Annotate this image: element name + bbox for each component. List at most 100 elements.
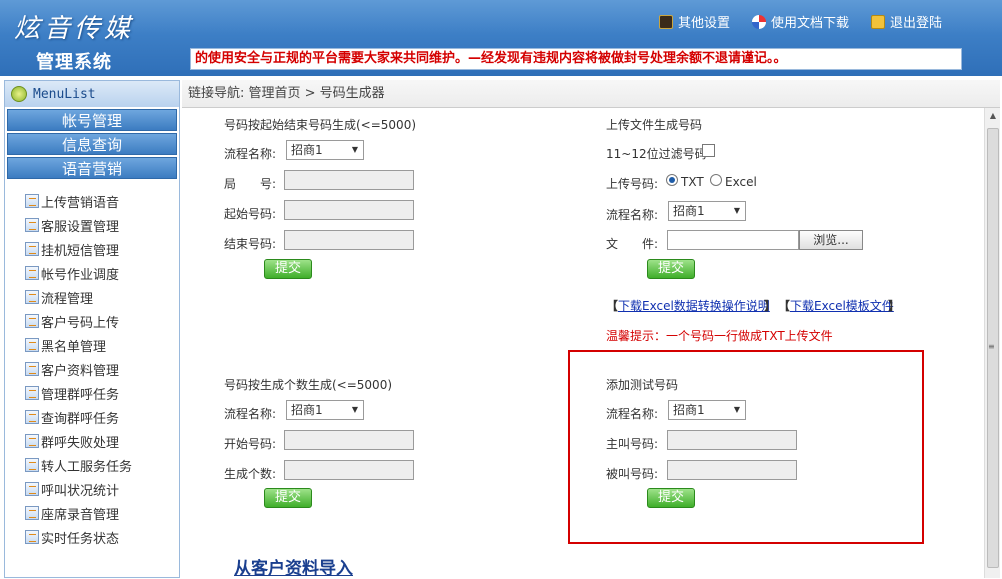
range-flow-label: 流程名称: — [224, 147, 277, 161]
upload-submit-button[interactable]: 提交 — [647, 259, 695, 279]
sidebar-item-label: 客户资料管理 — [41, 363, 120, 379]
scroll-up-icon[interactable]: ▲ — [985, 108, 1001, 124]
sidebar-item-label: 客户号码上传 — [41, 315, 120, 331]
sidebar-item-label: 客服设置管理 — [41, 219, 120, 235]
sidebar-item-label: 群呼失败处理 — [41, 435, 120, 451]
sidebar-item-label: 查询群呼任务 — [41, 411, 120, 427]
sidebar-item-label: 呼叫状况统计 — [41, 483, 120, 499]
logout-link[interactable]: 退出登陆 — [870, 12, 942, 31]
file-path-input[interactable] — [667, 230, 799, 250]
bracket-open-2: 【 — [778, 299, 791, 313]
sidebar-item-transfer-tasks[interactable]: 转人工服务任务 — [25, 453, 179, 477]
header: 炫音传媒 管理系统 其他设置 使用文档下载 退出登陆 的使用安全与正规的平台需要… — [0, 0, 1002, 76]
menu-group-voice-marketing[interactable]: 语音营销 — [7, 157, 177, 179]
import-from-customer-link[interactable]: 从客户资料导入 — [234, 554, 353, 579]
edit-icon — [25, 482, 39, 496]
page-icon — [25, 194, 39, 208]
edit-icon — [25, 314, 39, 328]
sidebar-item-seat-recording[interactable]: 座席录音管理 — [25, 501, 179, 525]
sidebar-item-label: 流程管理 — [41, 291, 94, 307]
range-form-title: 号码按起始结束号码生成(<=5000) — [224, 118, 417, 132]
menu-group-info-query[interactable]: 信息查询 — [7, 133, 177, 155]
excel-radio[interactable] — [710, 174, 722, 186]
count-flow-label: 流程名称: — [224, 407, 277, 421]
edit-icon — [25, 242, 39, 256]
download-template-link[interactable]: 下载Excel模板文件 — [790, 297, 894, 314]
callee-input[interactable] — [667, 460, 797, 480]
count-submit-button[interactable]: 提交 — [264, 488, 312, 508]
edit-icon — [25, 386, 39, 400]
download-doc-link[interactable]: 下载Excel数据转换操作说明 — [618, 297, 770, 314]
begin-number-label: 开始号码: — [224, 437, 277, 451]
doc-download-label: 使用文档下载 — [770, 16, 849, 31]
sidebar-item-label: 上传营销语音 — [41, 195, 120, 211]
start-number-input[interactable] — [284, 200, 414, 220]
count-input[interactable] — [284, 460, 414, 480]
lock-icon — [870, 14, 885, 29]
range-flow-select[interactable]: 招商1 — [286, 140, 364, 160]
test-form-title: 添加测试号码 — [606, 378, 679, 392]
callee-label: 被叫号码: — [606, 467, 659, 481]
upload-tip: 温馨提示：一个号码一行做成TXT上传文件 — [606, 329, 833, 343]
system-title: 管理系统 — [36, 52, 112, 73]
upload-flow-label: 流程名称: — [606, 208, 659, 222]
excel-radio-label: Excel — [725, 175, 757, 189]
sidebar-item-blacklist[interactable]: 黑名单管理 — [25, 333, 179, 357]
bracket-close-2: 】 — [888, 299, 901, 313]
txt-radio[interactable] — [666, 174, 678, 186]
office-input[interactable] — [284, 170, 414, 190]
filter-checkbox[interactable] — [702, 144, 715, 157]
upload-flow-select[interactable]: 招商1 — [668, 201, 746, 221]
download-icon — [751, 14, 766, 29]
upload-form-title: 上传文件生成号码 — [606, 118, 703, 132]
gear-icon — [11, 86, 27, 102]
sidebar-item-job-schedule[interactable]: 帐号作业调度 — [25, 261, 179, 285]
page-icon — [25, 338, 39, 352]
sidebar-item-label: 挂机短信管理 — [41, 243, 120, 259]
sidebar-item-label: 转人工服务任务 — [41, 459, 133, 475]
sidebar-item-customer-data[interactable]: 客户资料管理 — [25, 357, 179, 381]
sidebar: MenuList 帐号管理 信息查询 语音营销 上传营销语音 客服设置管理 挂机… — [4, 80, 180, 578]
office-label: 局 号: — [224, 177, 277, 191]
sidebar-item-manage-calls[interactable]: 管理群呼任务 — [25, 381, 179, 405]
sidebar-item-flow-manage[interactable]: 流程管理 — [25, 285, 179, 309]
edit-icon — [25, 218, 39, 232]
edit-icon — [25, 266, 39, 280]
start-number-label: 起始号码: — [224, 207, 277, 221]
test-submit-button[interactable]: 提交 — [647, 488, 695, 508]
bracket-close: 】 — [764, 299, 777, 313]
edit-icon — [25, 530, 39, 544]
sidebar-item-upload-voice[interactable]: 上传营销语音 — [25, 189, 179, 213]
caller-input[interactable] — [667, 430, 797, 450]
range-submit-button[interactable]: 提交 — [264, 259, 312, 279]
sidebar-item-query-calls[interactable]: 查询群呼任务 — [25, 405, 179, 429]
sidebar-item-call-stats[interactable]: 呼叫状况统计 — [25, 477, 179, 501]
txt-radio-label: TXT — [681, 175, 704, 189]
count-form-title: 号码按生成个数生成(<=5000) — [224, 378, 393, 392]
sidebar-item-realtime-status[interactable]: 实时任务状态 — [25, 525, 179, 549]
doc-download-link[interactable]: 使用文档下载 — [751, 12, 849, 31]
sidebar-item-label: 黑名单管理 — [41, 339, 107, 355]
bracket-open: 【 — [606, 299, 619, 313]
settings-icon — [658, 14, 673, 29]
sidebar-item-service-settings[interactable]: 客服设置管理 — [25, 213, 179, 237]
caller-label: 主叫号码: — [606, 437, 659, 451]
sidebar-item-hangup-sms[interactable]: 挂机短信管理 — [25, 237, 179, 261]
main-content: 号码按起始结束号码生成(<=5000) 流程名称: 招商1 局 号: 起始号码:… — [182, 108, 984, 579]
edit-icon — [25, 290, 39, 304]
browse-button[interactable]: 浏览... — [799, 230, 863, 250]
menulist-header: MenuList — [5, 81, 179, 107]
menu-group-account[interactable]: 帐号管理 — [7, 109, 177, 131]
other-settings-link[interactable]: 其他设置 — [658, 12, 730, 31]
count-flow-select[interactable]: 招商1 — [286, 400, 364, 420]
filter-label: 11~12位过滤号码 — [606, 147, 707, 161]
test-flow-select[interactable]: 招商1 — [668, 400, 746, 420]
end-number-input[interactable] — [284, 230, 414, 250]
grip-icon: ≡ — [988, 342, 995, 351]
sidebar-item-customer-upload[interactable]: 客户号码上传 — [25, 309, 179, 333]
sidebar-item-call-failures[interactable]: 群呼失败处理 — [25, 429, 179, 453]
edit-icon — [25, 458, 39, 472]
vertical-scrollbar[interactable]: ▲ ≡ — [984, 108, 1000, 578]
begin-number-input[interactable] — [284, 430, 414, 450]
page-icon — [25, 362, 39, 376]
